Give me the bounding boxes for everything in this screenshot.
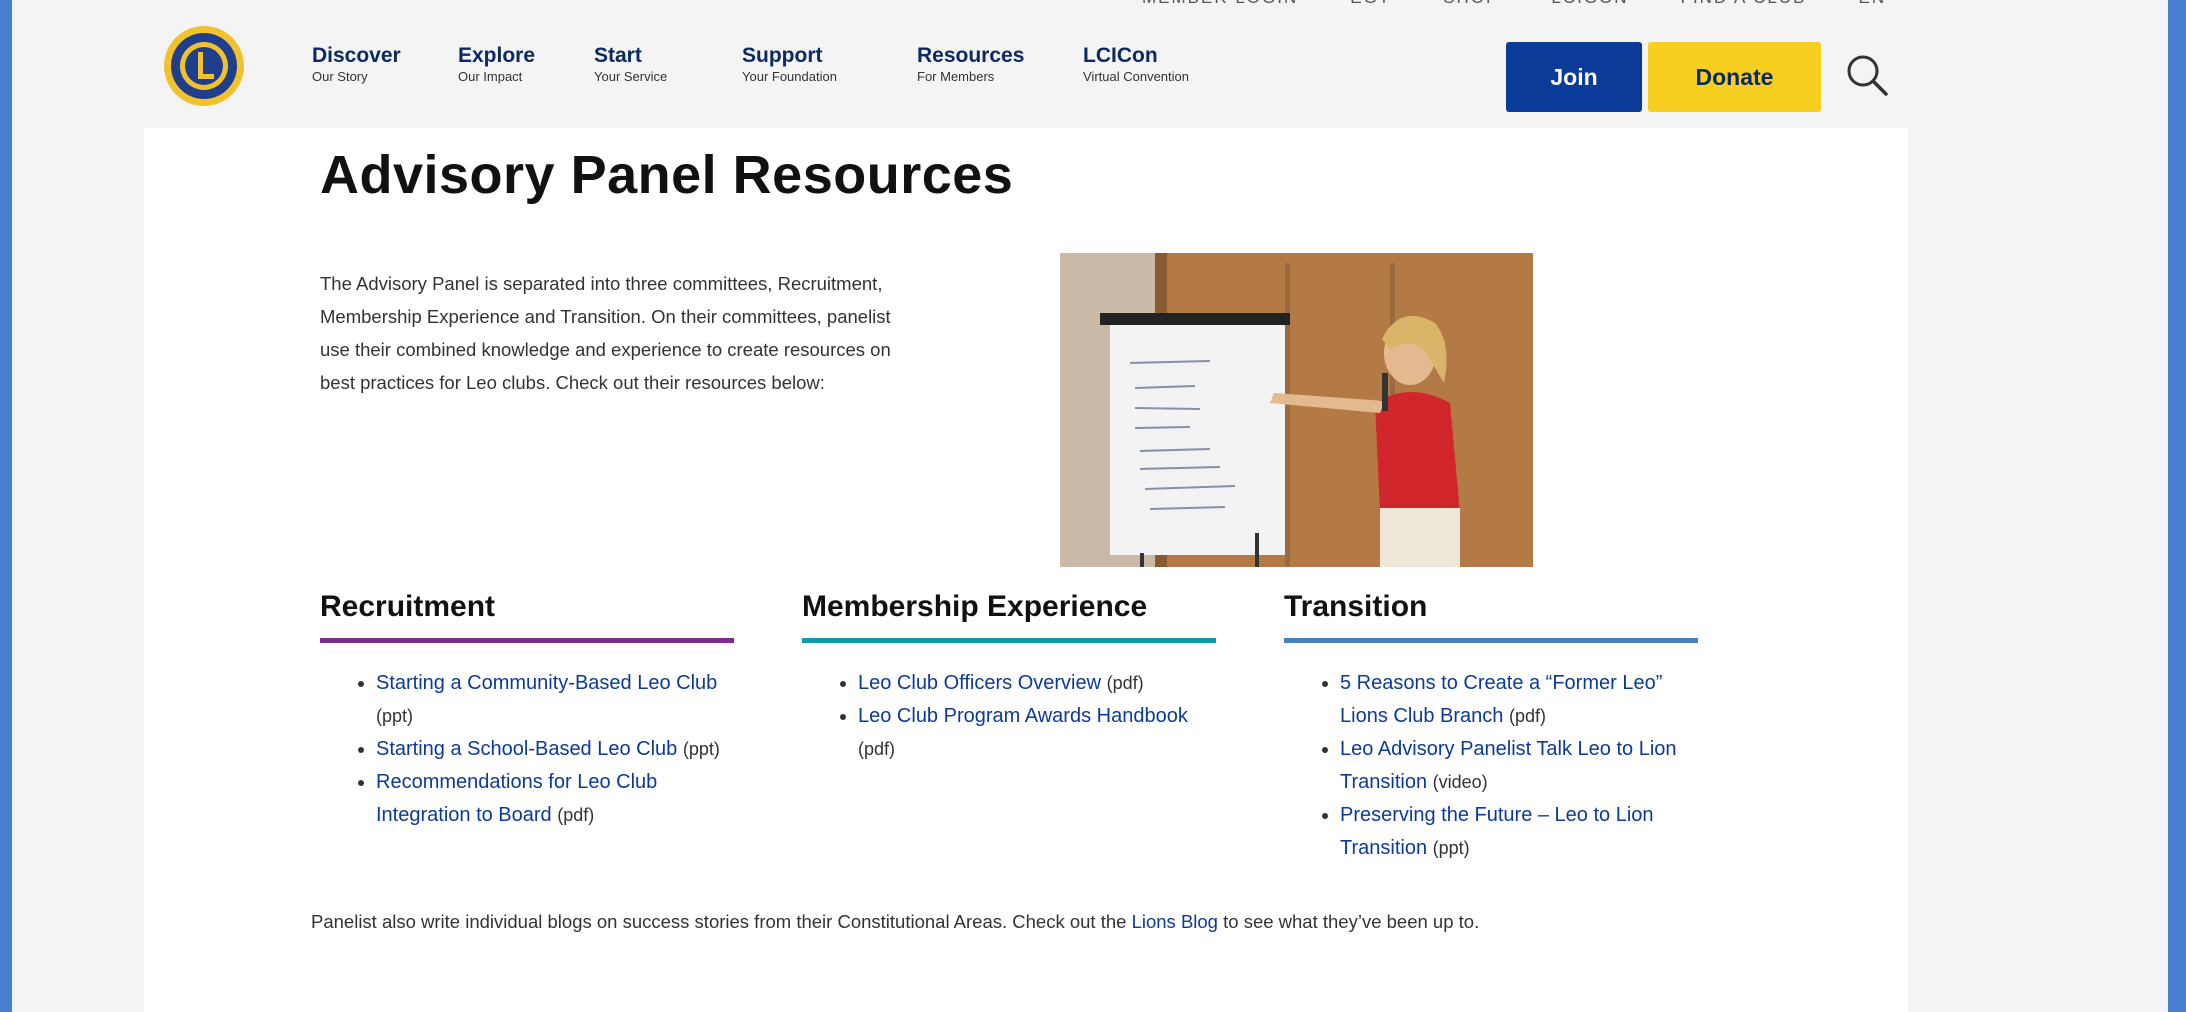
content-area bbox=[144, 128, 1908, 1012]
file-type: (pdf) bbox=[1106, 673, 1144, 693]
resource-link[interactable]: Preserving the Future – Leo to Lion Tran… bbox=[1340, 804, 1654, 859]
nav-support[interactable]: Support Your Foundation bbox=[742, 44, 917, 86]
nav-resources[interactable]: Resources For Members bbox=[917, 44, 1083, 86]
nav-title: Resources bbox=[917, 44, 1025, 67]
utility-egt[interactable]: EGT bbox=[1350, 0, 1391, 8]
membership-list: Leo Club Officers Overview (pdf) Leo Clu… bbox=[802, 667, 1216, 766]
donate-button[interactable]: Donate bbox=[1648, 42, 1821, 112]
nav-sub: Your Foundation bbox=[742, 69, 837, 84]
intro-paragraph: The Advisory Panel is separated into thr… bbox=[320, 273, 891, 393]
nav-explore[interactable]: Explore Our Impact bbox=[458, 44, 594, 86]
resource-link[interactable]: Starting a Community-Based Leo Club bbox=[376, 672, 717, 694]
utility-find-a-club[interactable]: FIND A CLUB bbox=[1681, 0, 1807, 8]
file-type: (ppt) bbox=[1432, 838, 1470, 858]
list-item: Leo Advisory Panelist Talk Leo to Lion T… bbox=[1340, 733, 1698, 799]
recruitment-column: Recruitment Starting a Community-Based L… bbox=[320, 590, 734, 832]
list-item: 5 Reasons to Create a “Former Leo” Lions… bbox=[1340, 667, 1698, 733]
blog-text-before: Panelist also write individual blogs on … bbox=[311, 911, 1132, 932]
page-title: Advisory Panel Resources bbox=[320, 145, 1014, 205]
page-frame: MEMBER LOGIN EGT SHOP LCIGON FIND A CLUB… bbox=[12, 0, 2168, 1012]
file-type: (ppt) bbox=[682, 739, 720, 759]
nav-lcicon[interactable]: LCICon Virtual Convention bbox=[1083, 44, 1263, 86]
transition-column: Transition 5 Reasons to Create a “Former… bbox=[1284, 590, 1698, 865]
resource-link[interactable]: Leo Club Program Awards Handbook bbox=[858, 705, 1188, 727]
list-item: Preserving the Future – Leo to Lion Tran… bbox=[1340, 799, 1698, 865]
membership-heading: Membership Experience bbox=[802, 590, 1216, 643]
nav-title: Start bbox=[594, 44, 642, 67]
list-item: Starting a Community-Based Leo Club (ppt… bbox=[376, 667, 734, 733]
resource-link[interactable]: Recommendations for Leo Club Integration… bbox=[376, 771, 657, 826]
file-type: (video) bbox=[1432, 772, 1488, 792]
utility-shop[interactable]: SHOP bbox=[1443, 0, 1499, 8]
utility-bar: MEMBER LOGIN EGT SHOP LCIGON FIND A CLUB… bbox=[1142, 0, 1886, 8]
list-item: Starting a School-Based Leo Club (ppt) bbox=[376, 733, 734, 766]
nav-sub: Your Service bbox=[594, 69, 668, 84]
utility-language[interactable]: EN bbox=[1859, 0, 1887, 8]
resource-link[interactable]: Leo Advisory Panelist Talk Leo to Lion T… bbox=[1340, 738, 1677, 793]
nav-title: Discover bbox=[312, 44, 401, 67]
file-type: (ppt) bbox=[376, 706, 414, 726]
membership-column: Membership Experience Leo Club Officers … bbox=[802, 590, 1216, 766]
file-type: (pdf) bbox=[858, 739, 896, 759]
main-nav: Discover Our Story Explore Our Impact St… bbox=[312, 44, 1263, 86]
presenter-photo bbox=[1060, 253, 1533, 567]
lions-blog-link[interactable]: Lions Blog bbox=[1132, 911, 1218, 932]
list-item: Leo Club Program Awards Handbook (pdf) bbox=[858, 700, 1216, 766]
search-icon[interactable] bbox=[1842, 50, 1892, 100]
nav-sub: Our Impact bbox=[458, 69, 523, 84]
nav-title: Explore bbox=[458, 44, 536, 67]
nav-discover[interactable]: Discover Our Story bbox=[312, 44, 458, 86]
transition-heading: Transition bbox=[1284, 590, 1698, 643]
file-type: (pdf) bbox=[557, 805, 595, 825]
nav-sub: Our Story bbox=[312, 69, 368, 84]
resource-link[interactable]: Starting a School-Based Leo Club bbox=[376, 738, 677, 760]
nav-sub: For Members bbox=[917, 69, 995, 84]
utility-member-login[interactable]: MEMBER LOGIN bbox=[1142, 0, 1298, 8]
nav-title: LCICon bbox=[1083, 44, 1158, 67]
nav-start[interactable]: Start Your Service bbox=[594, 44, 742, 86]
resource-link[interactable]: Leo Club Officers Overview bbox=[858, 672, 1101, 694]
transition-list: 5 Reasons to Create a “Former Leo” Lions… bbox=[1284, 667, 1698, 865]
list-item: Recommendations for Leo Club Integration… bbox=[376, 766, 734, 832]
list-item: Leo Club Officers Overview (pdf) bbox=[858, 667, 1216, 700]
join-button[interactable]: Join bbox=[1506, 42, 1642, 112]
blog-paragraph: Panelist also write individual blogs on … bbox=[311, 905, 1751, 938]
lions-logo-icon[interactable] bbox=[162, 24, 246, 108]
file-type: (pdf) bbox=[1509, 706, 1547, 726]
utility-lcicon[interactable]: LCIGON bbox=[1551, 0, 1628, 8]
recruitment-list: Starting a Community-Based Leo Club (ppt… bbox=[320, 667, 734, 832]
resource-link[interactable]: 5 Reasons to Create a “Former Leo” Lions… bbox=[1340, 672, 1662, 727]
recruitment-heading: Recruitment bbox=[320, 590, 734, 643]
nav-title: Support bbox=[742, 44, 823, 67]
nav-sub: Virtual Convention bbox=[1083, 69, 1189, 84]
blog-text-after: to see what they’ve been up to. bbox=[1217, 911, 1480, 932]
